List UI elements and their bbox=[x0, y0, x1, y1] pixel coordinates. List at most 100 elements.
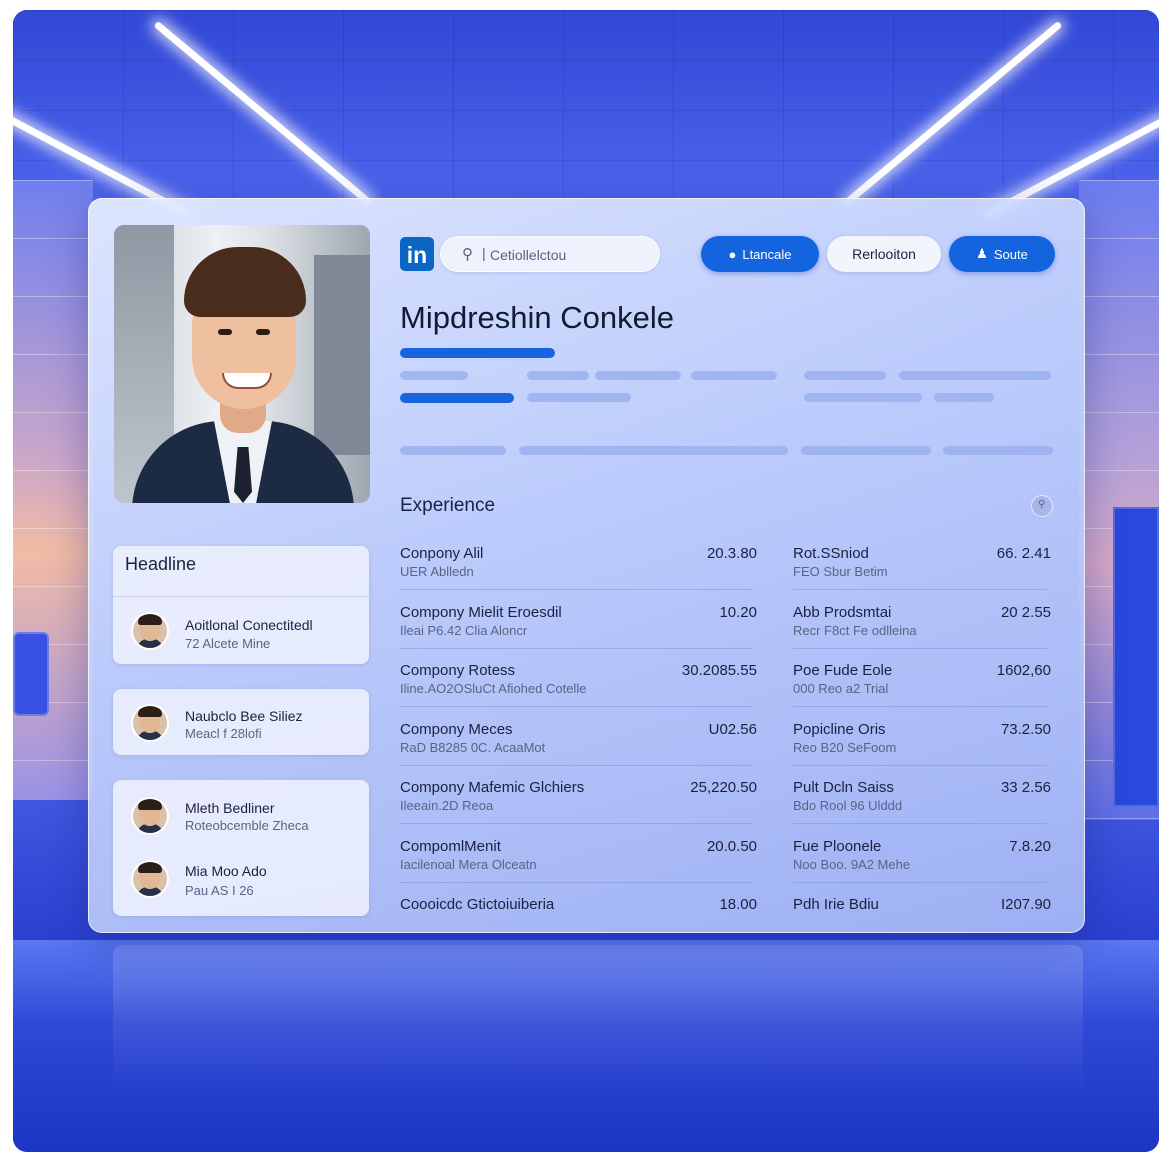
row-divider bbox=[400, 589, 753, 590]
linkedin-logo[interactable]: in bbox=[400, 237, 434, 271]
people-button[interactable]: ♟ Soute bbox=[949, 236, 1055, 272]
experience-row[interactable]: Compony Mafemic Glchiers Ileeain.2D Reoa 2… bbox=[400, 779, 757, 829]
placeholder-line bbox=[691, 371, 777, 380]
placeholder-line bbox=[801, 446, 931, 455]
row-divider bbox=[400, 823, 753, 824]
progress-bar bbox=[400, 393, 514, 403]
row-divider bbox=[793, 706, 1047, 707]
row-divider bbox=[793, 823, 1047, 824]
people-button-label: Soute bbox=[993, 246, 1028, 262]
person-name[interactable]: Mia Moo Ado bbox=[185, 863, 267, 879]
experience-company[interactable]: Abb Prodsmtai bbox=[793, 604, 891, 621]
experience-company[interactable]: Compony Rotess bbox=[400, 662, 515, 679]
experience-row[interactable]: Fue Ploonele Noo Boo. 9A2 Mehe 7.8.20 bbox=[793, 838, 1051, 888]
experience-value: 25,220.50 bbox=[690, 779, 757, 796]
photo-eye bbox=[256, 329, 270, 335]
profile-name: Mipdreshin Conkele bbox=[400, 300, 674, 335]
experience-detail: Reo B20 SeFoom bbox=[793, 739, 897, 755]
row-divider bbox=[400, 764, 753, 766]
person-name[interactable]: Mleth Bedliner bbox=[185, 800, 275, 816]
experience-detail: RaD B8285 0C. AcaaMot bbox=[400, 739, 546, 755]
connection-card[interactable]: Naubclo Bee Siliez Meacl f 28lofi bbox=[113, 689, 369, 755]
connection-button[interactable]: Rerlooiton bbox=[827, 236, 941, 272]
placeholder-line bbox=[519, 446, 788, 455]
experience-company[interactable]: Pult Dcln Saiss bbox=[793, 779, 894, 796]
door bbox=[1113, 507, 1159, 807]
experience-row[interactable]: Poe Fude Eole 000 Reo a2 Trial 1602,60 bbox=[793, 662, 1051, 712]
experience-row[interactable]: Compony Meces RaD B8285 0C. AcaaMot U02.56 bbox=[400, 721, 757, 771]
experience-row[interactable]: Popicline Oris Reo B20 SeFoom 73.2.50 bbox=[793, 721, 1051, 771]
experience-row[interactable]: Compony Rotess Iline.AO2OSluCt Afiohed Co… bbox=[400, 662, 757, 712]
experience-company[interactable]: Fue Ploonele bbox=[793, 838, 881, 855]
experience-company[interactable]: Coooicdc Gtictoiuiberia bbox=[400, 896, 554, 913]
experience-value: 20 2.55 bbox=[1000, 603, 1051, 621]
experience-value: 20.0.50 bbox=[706, 837, 757, 855]
experience-row[interactable]: Compony Mielit Eroesdil Ileai P6.42 Clia … bbox=[400, 604, 757, 654]
experience-row[interactable]: Rot.SSniod FEO Sbur Betim 66. 2.41 bbox=[793, 545, 1051, 595]
row-divider bbox=[400, 706, 753, 707]
avatar[interactable] bbox=[133, 614, 167, 648]
person-subtitle: Meacl f 28lofi bbox=[185, 726, 262, 741]
experience-company[interactable]: CompomlMenit bbox=[400, 838, 501, 855]
person-name[interactable]: Naubclo Bee Siliez bbox=[185, 708, 303, 724]
profile-photo bbox=[114, 225, 370, 503]
experience-row[interactable]: Coooicdc Gtictoiuiberia 18.00 bbox=[400, 896, 757, 946]
experience-value: U02.56 bbox=[708, 720, 757, 738]
experience-company[interactable]: Compony Mielit Eroesdil bbox=[400, 604, 562, 621]
experience-row[interactable]: CompomlMenit Iacilenoal Mera Olceatn 20.0.… bbox=[400, 838, 757, 888]
row-divider bbox=[400, 647, 753, 649]
avatar[interactable] bbox=[133, 862, 167, 896]
placeholder-line bbox=[804, 393, 922, 402]
search-input[interactable] bbox=[488, 243, 652, 267]
experience-detail: Noo Boo. 9A2 Mehe bbox=[793, 856, 911, 872]
experience-company[interactable]: Pdh Irie Bdiu bbox=[793, 896, 879, 913]
experience-value: 7.8.20 bbox=[1009, 837, 1051, 855]
experience-company[interactable]: Compony Mafemic Glchiers bbox=[400, 779, 584, 796]
person-subtitle: Pau AS I 26 bbox=[185, 883, 254, 898]
divider bbox=[113, 596, 369, 597]
experience-detail: Iline.AO2OSluCt Afiohed Cotelle bbox=[400, 681, 587, 696]
experience-value: I207.90 bbox=[1000, 896, 1051, 913]
experience-company[interactable]: Rot.SSniod bbox=[793, 545, 869, 562]
experience-value: 10.20 bbox=[719, 603, 757, 621]
experience-value: 20.3.80 bbox=[706, 545, 757, 562]
experience-detail: FEO Sbur Betim bbox=[793, 564, 888, 579]
experience-row[interactable]: Conpony Alil UER Ablledn 20.3.80 bbox=[400, 545, 757, 595]
experience-row[interactable]: Pult Dcln Saiss Bdo Rool 96 Ulddd 33 2.56 bbox=[793, 779, 1051, 829]
person-subtitle: Roteobcemble Zheca bbox=[185, 818, 309, 833]
message-button[interactable]: ● Ltancale bbox=[701, 236, 819, 272]
photo-background bbox=[314, 255, 370, 455]
person-name[interactable]: Aoitlonal Conectitedl bbox=[185, 617, 313, 633]
placeholder-line bbox=[527, 393, 631, 402]
experience-company[interactable]: Poe Fude Eole bbox=[793, 662, 892, 679]
placeholder-line bbox=[943, 446, 1053, 455]
placeholder-line bbox=[400, 371, 468, 380]
photo-eye bbox=[218, 329, 232, 335]
connection-button-label: Rerlooiton bbox=[852, 246, 916, 262]
floor-reflection bbox=[113, 945, 1083, 1095]
experience-company[interactable]: Popicline Oris bbox=[793, 721, 886, 738]
experience-title: Experience bbox=[400, 495, 496, 516]
row-divider bbox=[400, 881, 753, 883]
experience-row[interactable]: Abb Prodsmtai Recr F8ct Fe odlleina 20 2.5… bbox=[793, 604, 1051, 654]
placeholder-line bbox=[400, 446, 506, 455]
avatar[interactable] bbox=[133, 799, 167, 833]
search-icon: ⚲ bbox=[462, 246, 473, 263]
ceiling-grid bbox=[13, 10, 1159, 210]
avatar[interactable] bbox=[133, 706, 167, 740]
experience-company[interactable]: Conpony Alil bbox=[400, 545, 483, 562]
connections-card: Mleth Bedliner Roteobcemble Zheca Mia Mo… bbox=[113, 780, 369, 916]
profile-panel: Headline Aoitlonal Conectitedl 72 Alcete… bbox=[88, 198, 1085, 933]
experience-row[interactable]: Pdh Irie Bdiu I207.90 bbox=[793, 896, 1051, 946]
experience-detail: 000 Reo a2 Trial bbox=[793, 681, 889, 696]
experience-company[interactable]: Compony Meces bbox=[400, 721, 513, 738]
experience-detail: Recr F8ct Fe odlleina bbox=[793, 622, 917, 638]
progress-bar bbox=[400, 348, 555, 358]
more-button[interactable]: ⚲ bbox=[1031, 495, 1053, 517]
photo-hair bbox=[184, 247, 306, 317]
placeholder-line bbox=[527, 371, 589, 380]
search-bar[interactable]: ⚲ | bbox=[440, 236, 660, 272]
message-icon: ● bbox=[728, 246, 737, 262]
placeholder-line bbox=[804, 371, 886, 380]
placeholder-line bbox=[595, 371, 681, 380]
